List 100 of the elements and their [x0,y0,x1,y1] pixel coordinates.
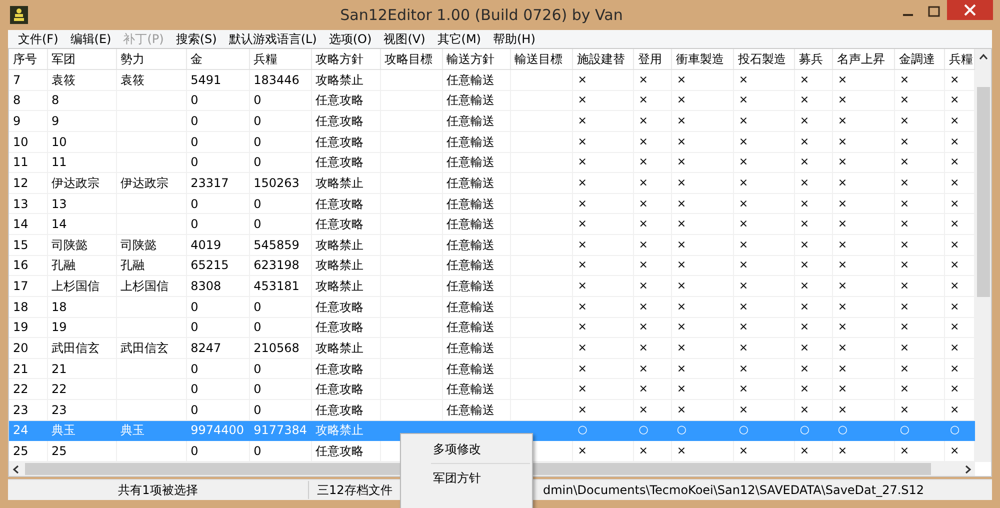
table-cell: × [738,382,748,396]
table-cell: × [578,155,587,168]
table-cell: 25 [52,444,67,458]
menu-item[interactable]: 搜索(S) [170,30,223,48]
column-header[interactable]: 施設建替 [572,49,634,70]
table-cell: 典玉 [52,423,76,438]
table-row[interactable]: 10 10 0 0 任意攻略 任意輸送 × × × × × × × × [9,131,974,152]
table-cell: × [838,340,848,354]
table-cell: × [638,362,648,375]
column-header[interactable]: 金調達 [894,49,944,70]
menu-item[interactable]: 其它(M) [431,30,487,48]
table-cell: × [738,444,748,458]
table-cell: 0 [190,134,198,149]
table-cell: × [638,176,648,189]
column-header[interactable]: 登用 [633,49,672,70]
column-header[interactable]: 勢力 [116,49,186,70]
close-icon[interactable] [947,0,993,20]
table-row[interactable]: 20 武田信玄 武田信玄 8247 210568 攻略禁止 任意輸送 × × × × × × × × [9,338,974,358]
table-cell: × [900,217,910,230]
menu-item[interactable]: 选项(O) [322,30,378,48]
column-header[interactable]: 序号 [9,49,48,70]
table-cell: × [950,279,960,292]
menu-item[interactable]: 编辑(E) [64,30,118,48]
vertical-scrollbar[interactable] [975,49,991,462]
column-header[interactable]: 名声上昇 [832,49,894,70]
table-row[interactable]: 13 13 0 0 任意攻略 任意輸送 × × × × × × × × [9,193,974,214]
table-cell: × [950,362,960,375]
table-cell: 任意輸送 [446,134,495,149]
menu-item[interactable]: 帮助(H) [486,30,542,48]
menu-item[interactable]: 文件(F) [12,30,64,48]
column-header[interactable]: 輸送方針 [442,49,510,70]
column-header[interactable]: 攻略方針 [311,49,380,70]
table-cell: 22 [13,382,28,396]
menu-item[interactable]: 默认游戏语言(L) [222,30,323,48]
table-cell: 任意攻略 [316,155,364,170]
column-header[interactable]: 衝車製造 [671,49,734,70]
table-cell: × [676,134,686,148]
table-cell: × [578,114,587,128]
table-cell: 上杉国信 [120,279,169,294]
table-cell: 上杉国信 [52,279,100,294]
table-cell: × [900,176,910,189]
column-header[interactable]: 募兵 [794,49,832,70]
table-cell: × [838,196,848,210]
column-header[interactable]: 投石製造 [733,49,794,70]
table-cell: 任意輸送 [446,279,495,294]
table-cell: × [738,238,748,251]
column-header[interactable]: 輸送目標 [510,49,572,70]
table-row[interactable]: 7 袁筱 袁筱 5491 183446 攻略禁止 任意輸送 × × × × × × × × [9,70,974,90]
column-header[interactable]: 攻略目標 [380,49,442,70]
table-cell: 65215 [190,258,229,272]
table-cell: × [738,340,748,354]
table-cell: 0 [254,402,262,417]
table-row[interactable]: 12 伊达政宗 伊达政宗 23317 150263 攻略禁止 任意輸送 × × × × × × × × [9,172,974,194]
scrollbar-thumb[interactable] [976,87,990,297]
menu-item[interactable]: 军团方针 [401,467,532,489]
table-row[interactable]: 18 18 0 0 任意攻略 任意輸送 × × × × × × × × [9,296,974,317]
table-cell: 任意輸送 [446,362,495,376]
table-cell: × [638,72,648,86]
column-header[interactable]: 兵糧 [249,49,312,70]
table-row[interactable]: 23 23 0 0 任意攻略 任意輸送 × × × × × × × × [9,400,974,420]
table-cell: 13 [13,196,28,211]
table-cell: × [738,114,748,128]
table-row[interactable]: 15 司陕懿 司陕懿 4019 545859 攻略禁止 任意輸送 × × × × × × × × [9,234,974,256]
column-header[interactable]: 军团 [47,49,116,70]
table-cell: × [838,300,848,313]
table-row[interactable]: 17 上杉国信 上杉国信 8308 453181 攻略禁止 任意輸送 × × × × × × × × [9,276,974,296]
table-cell: 0 [254,93,262,108]
table-cell: × [900,155,910,168]
table-cell: × [638,300,648,313]
table-cell: × [800,258,810,272]
table-cell: 任意輸送 [446,196,495,211]
table-cell: 14 [13,217,28,232]
column-header[interactable]: 金 [186,49,250,70]
table-row[interactable]: 9 9 0 0 任意攻略 任意輸送 × × × × × × × × [9,110,974,132]
table-row[interactable]: 21 21 0 0 任意攻略 任意輸送 × × × × × × × × [9,358,974,379]
table-cell: 孔融 [52,258,76,272]
table-cell: × [578,402,587,416]
table-row[interactable]: 8 8 0 0 任意攻略 任意輸送 × × × × × × × × [9,90,974,111]
table-cell: 19 [52,320,67,334]
table-cell: × [950,402,960,416]
table-row[interactable]: 19 19 0 0 任意攻略 任意輸送 × × × × × × × × [9,317,974,338]
menu-item[interactable]: 视图(V) [378,30,432,48]
table-cell: × [738,72,748,86]
table-cell: 14 [52,217,67,232]
table-cell: × [900,258,910,272]
table-cell: × [578,134,587,148]
table-cell: × [578,362,587,375]
table-row[interactable]: 14 14 0 0 任意攻略 任意輸送 × × × × × × × × [9,214,974,234]
table-cell: × [950,134,960,148]
menu-item[interactable]: 多项修改 [401,438,532,460]
table-cell: 9 [13,114,21,128]
table-cell: 0 [254,444,262,458]
table-row[interactable]: 22 22 0 0 任意攻略 任意輸送 × × × × × × × × [9,378,974,400]
window-title: San12Editor 1.00 (Build 0726) by Van [339,6,624,24]
table-row[interactable]: 16 孔融 孔融 65215 623198 攻略禁止 任意輸送 × × × × × × × × [9,255,974,276]
table-cell: 5491 [190,72,222,87]
table-cell: 任意輸送 [446,340,495,355]
table-cell: × [638,134,648,148]
table-row[interactable]: 11 11 0 0 任意攻略 任意輸送 × × × × × × × × [9,152,974,173]
table-cell: × [900,402,910,416]
